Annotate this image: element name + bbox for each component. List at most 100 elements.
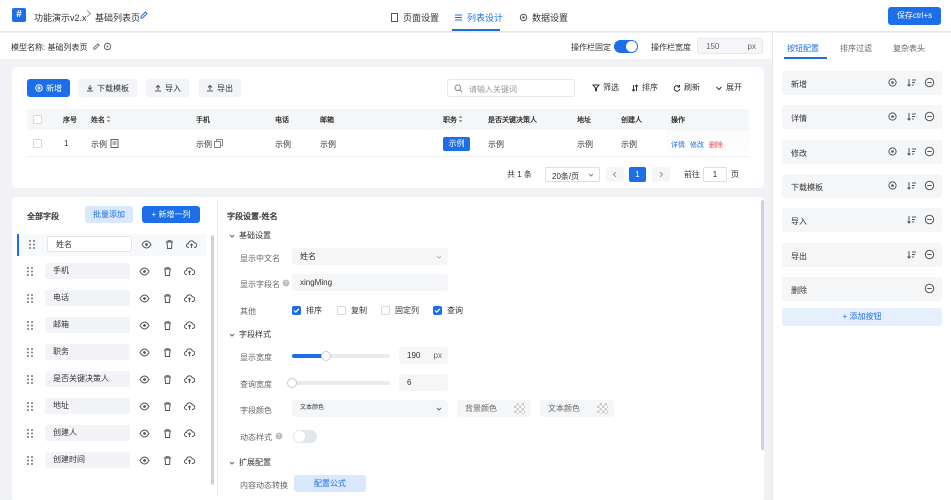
display-width-slider[interactable] [292, 351, 390, 361]
sort-caret-icon[interactable] [458, 115, 463, 123]
edit-link[interactable]: 修改 [690, 140, 704, 150]
drag-handle-icon[interactable] [26, 293, 38, 305]
field-list-item[interactable]: 电话 [17, 288, 207, 310]
dynamic-style-toggle[interactable] [293, 430, 317, 443]
cloud-upload-icon[interactable] [184, 266, 196, 278]
field-name[interactable]: 手机 [45, 263, 130, 279]
help-icon[interactable]: ? [282, 279, 290, 287]
field-list-item[interactable]: 地址 [17, 396, 207, 418]
display-width-input[interactable]: 190 px [399, 347, 448, 364]
slider-handle[interactable] [287, 378, 297, 388]
col-header-position[interactable]: 职务 [443, 115, 457, 125]
cloud-upload-icon[interactable] [184, 347, 196, 359]
page-size-select[interactable]: 20条/页 [545, 167, 600, 182]
export-button[interactable]: 导出 [198, 79, 241, 97]
field-list-item[interactable]: 手机 [17, 261, 207, 283]
remove-icon[interactable] [924, 77, 935, 88]
cloud-upload-icon[interactable] [184, 320, 196, 332]
field-list-scrollbar[interactable] [211, 235, 214, 485]
tab-sort-filter[interactable]: 排序过滤 [840, 43, 872, 54]
drag-handle-icon[interactable] [26, 266, 38, 278]
trash-icon[interactable] [162, 401, 174, 413]
document-icon[interactable] [110, 139, 119, 148]
button-config-item[interactable]: 修改 [782, 139, 942, 164]
text-color-picker[interactable]: 文本颜色 [540, 400, 614, 417]
row-checkbox[interactable] [33, 139, 42, 148]
drag-handle-icon[interactable] [26, 320, 38, 332]
fixed-ops-toggle[interactable] [614, 40, 638, 53]
sort-icon[interactable] [906, 77, 917, 88]
style-section-header[interactable]: 字段样式 [229, 329, 271, 340]
trash-icon[interactable] [164, 239, 176, 251]
query-width-slider[interactable] [287, 378, 390, 388]
field-name[interactable]: 电话 [45, 290, 130, 306]
delete-link[interactable]: 删除 [709, 140, 723, 150]
field-list-item[interactable]: 创建时间 [17, 450, 207, 472]
field-name-input[interactable]: xingMing [292, 274, 448, 291]
button-config-item[interactable]: 新增 [782, 71, 942, 95]
button-config-item[interactable]: 导入 [782, 208, 942, 233]
drag-handle-icon[interactable] [26, 428, 38, 440]
option-checkbox[interactable]: 固定列 [381, 305, 419, 316]
field-list-item[interactable]: 姓名 [17, 234, 207, 256]
trash-icon[interactable] [162, 293, 174, 305]
trash-icon[interactable] [162, 455, 174, 467]
eye-icon[interactable] [139, 347, 151, 359]
edit-icon[interactable] [139, 10, 149, 20]
eye-icon[interactable] [139, 455, 151, 467]
drag-handle-icon[interactable] [26, 347, 38, 359]
goto-page-input[interactable]: 1 [703, 167, 727, 182]
remove-icon[interactable] [924, 146, 935, 157]
checkbox-checked[interactable] [292, 306, 301, 315]
col-header-name[interactable]: 姓名 [91, 115, 105, 125]
next-page-button[interactable] [652, 167, 670, 182]
gear-icon[interactable] [887, 180, 898, 191]
sort-button[interactable]: 排序 [631, 82, 658, 93]
trash-icon[interactable] [162, 320, 174, 332]
gear-icon[interactable] [887, 111, 898, 122]
option-checkbox[interactable]: 排序 [292, 305, 322, 316]
field-name[interactable]: 创建时间 [45, 452, 130, 468]
eye-icon[interactable] [141, 239, 153, 251]
save-button[interactable]: 保存ctrl+s [888, 7, 941, 25]
query-width-input[interactable]: 6 [399, 374, 448, 391]
filter-button[interactable]: 筛选 [592, 82, 619, 93]
field-list-item[interactable]: 邮箱 [17, 315, 207, 337]
sort-icon[interactable] [906, 146, 917, 157]
remove-icon[interactable] [924, 214, 935, 225]
cloud-upload-icon[interactable] [186, 239, 198, 251]
trash-icon[interactable] [162, 266, 174, 278]
help-icon[interactable]: ? [275, 432, 283, 440]
gear-icon[interactable] [887, 146, 898, 157]
cloud-upload-icon[interactable] [184, 428, 196, 440]
field-name[interactable]: 姓名 [47, 236, 132, 252]
drag-handle-icon[interactable] [26, 401, 38, 413]
settings-icon[interactable] [103, 42, 112, 51]
checkbox[interactable] [337, 306, 346, 315]
trash-icon[interactable] [162, 347, 174, 359]
eye-icon[interactable] [139, 293, 151, 305]
cloud-upload-icon[interactable] [184, 401, 196, 413]
sort-icon[interactable] [906, 214, 917, 225]
trash-icon[interactable] [162, 428, 174, 440]
cloud-upload-icon[interactable] [184, 293, 196, 305]
option-checkbox[interactable]: 复制 [337, 305, 367, 316]
field-name[interactable]: 职务 [45, 344, 130, 360]
field-name[interactable]: 是否关键决策人 [45, 371, 130, 387]
ops-width-input[interactable]: 150 px [697, 38, 763, 54]
eye-icon[interactable] [139, 428, 151, 440]
add-column-button[interactable]: + 新增一列 [142, 206, 200, 223]
field-name[interactable]: 邮箱 [45, 317, 130, 333]
ext-section-header[interactable]: 扩展配置 [229, 457, 271, 468]
gear-icon[interactable] [887, 77, 898, 88]
tab-list-design[interactable]: 列表设计 [454, 11, 503, 24]
tab-button-config[interactable]: 按钮配置 [787, 43, 819, 54]
sort-icon[interactable] [906, 180, 917, 191]
remove-icon[interactable] [924, 180, 935, 191]
drag-handle-icon[interactable] [28, 239, 40, 251]
cloud-upload-icon[interactable] [184, 374, 196, 386]
remove-icon[interactable] [924, 249, 935, 260]
keyword-search-input[interactable]: 请输入关键词 [447, 79, 575, 97]
prev-page-button[interactable] [606, 167, 624, 182]
remove-icon[interactable] [924, 111, 935, 122]
